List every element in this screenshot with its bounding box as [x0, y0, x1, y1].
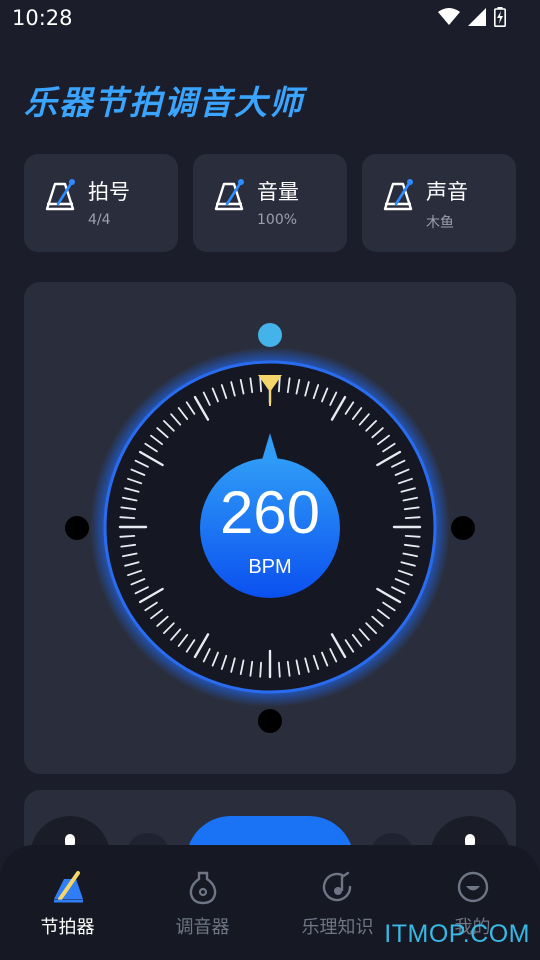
metronome-icon — [214, 179, 244, 211]
watermark: ITMOP.COM — [384, 920, 530, 948]
profile-icon — [457, 871, 489, 903]
signal-icon — [468, 8, 486, 26]
dial-tick — [259, 661, 263, 678]
dial-tick — [119, 534, 136, 538]
metronome-nav-icon — [54, 871, 83, 903]
status-time: 10:28 — [12, 6, 73, 30]
music-note-icon — [322, 871, 352, 902]
status-icons — [438, 7, 506, 27]
beat-dot-active — [258, 323, 282, 347]
metronome-icon — [45, 179, 75, 211]
volume-label: 音量 — [257, 180, 299, 204]
dial-tick — [404, 516, 421, 520]
beat-dot — [451, 516, 475, 540]
dial-tick — [119, 516, 136, 520]
sound-label: 声音 — [426, 180, 468, 204]
dial-tick — [259, 376, 263, 393]
wifi-icon — [438, 8, 460, 25]
app-title: 乐器节拍调音大师 — [24, 83, 304, 122]
status-bar: 10:28 — [0, 0, 540, 38]
nav-tuner[interactable]: 调音器 — [135, 845, 270, 960]
beat-dot — [65, 516, 89, 540]
dial-tick — [277, 376, 281, 393]
volume-card[interactable]: 音量 100% — [193, 154, 347, 252]
sound-card[interactable]: 声音 木鱼 — [362, 154, 516, 252]
dial-tick — [404, 534, 421, 538]
bpm-value: 260 — [219, 479, 321, 546]
nav-label: 节拍器 — [40, 917, 95, 938]
metronome-icon — [383, 179, 413, 211]
settings-row: 拍号 4/4 音量 100% 声音 木鱼 — [24, 154, 516, 252]
time-signature-card[interactable]: 拍号 4/4 — [24, 154, 178, 252]
bpm-unit: BPM — [248, 556, 292, 578]
time-signature-label: 拍号 — [88, 180, 130, 204]
guitar-icon — [189, 871, 217, 905]
dial-tick — [277, 661, 281, 678]
nav-label: 调音器 — [175, 917, 230, 938]
battery-icon — [494, 7, 506, 27]
time-signature-value: 4/4 — [88, 212, 111, 228]
metronome-panel: 260 BPM — [24, 282, 516, 774]
nav-metronome[interactable]: 节拍器 — [0, 845, 135, 960]
sound-value: 木鱼 — [426, 215, 454, 231]
beat-dot — [258, 709, 282, 733]
volume-value: 100% — [257, 212, 298, 228]
